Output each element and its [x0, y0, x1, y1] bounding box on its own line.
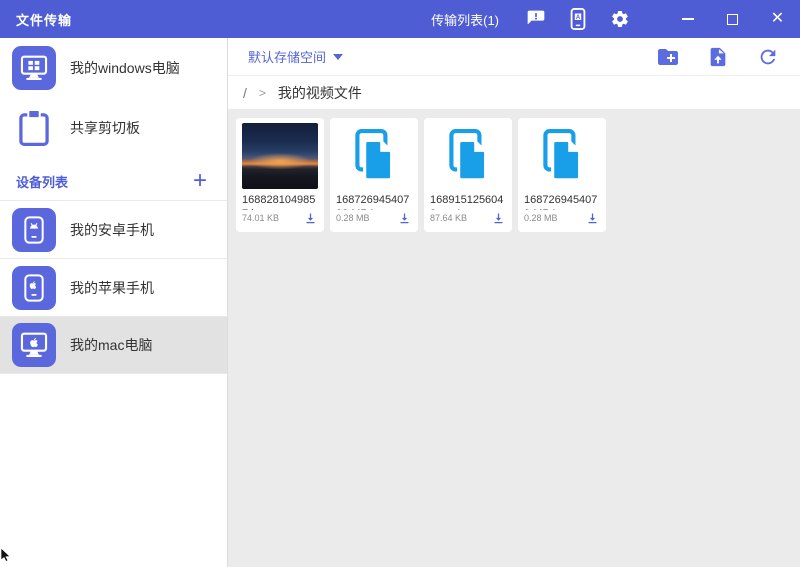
device-label: 我的苹果手机 — [70, 279, 154, 296]
file-name: 16872694540792.MP4 — [336, 194, 410, 210]
apple-phone-icon — [12, 265, 56, 310]
device-item-android-phone[interactable]: 我的安卓手机 — [0, 200, 227, 258]
download-icon[interactable] — [490, 210, 506, 226]
new-folder-icon[interactable] — [656, 45, 680, 69]
my-computer-label: 我的windows电脑 — [70, 60, 180, 76]
storage-space-dropdown[interactable]: 默认存储空间 — [248, 47, 344, 66]
file-size: 87.64 KB — [430, 213, 468, 223]
add-device-button[interactable]: + — [189, 169, 211, 193]
windows-computer-icon — [12, 46, 56, 90]
transfer-list-button[interactable]: 传输列表(1) — [431, 10, 499, 29]
breadcrumb-root[interactable]: / — [243, 85, 247, 101]
close-icon[interactable]: ✕ — [755, 0, 800, 38]
file-card-video[interactable]: 16872694540792.MP4 0.28 MB — [330, 118, 418, 232]
video-file-icon — [430, 123, 506, 189]
breadcrumb: / > 我的视频文件 — [228, 76, 800, 109]
storage-space-label: 默认存储空间 — [248, 50, 327, 65]
file-transfer-window: 文件传输 传输列表(1) A ✕ 我的windows电脑 共享剪切板 设备列表 … — [0, 0, 800, 567]
main-content: 默认存储空间 / > 我的视频文件 168828104985 74.01 KB … — [228, 38, 800, 567]
android-phone-icon — [12, 207, 56, 252]
phone-mirror-icon[interactable]: A — [567, 8, 589, 30]
storage-toolbar: 默认存储空间 — [228, 38, 800, 76]
file-grid: 1688281049857.jpg 74.01 KB — [228, 109, 800, 241]
clipboard-icon — [12, 106, 56, 150]
maximize-icon[interactable] — [710, 0, 755, 38]
file-name: 1688281049857.jpg — [242, 194, 316, 210]
file-card-video[interactable]: 1689151256048.mp4 87.64 KB — [424, 118, 512, 232]
sidebar-item-my-computer[interactable]: 我的windows电脑 — [0, 38, 227, 98]
download-icon[interactable] — [584, 210, 600, 226]
breadcrumb-current-folder: 我的视频文件 — [277, 84, 362, 101]
file-name: 1687269454079.MP4 — [524, 194, 598, 210]
device-list-title: 设备列表 — [16, 174, 69, 190]
device-label: 我的安卓手机 — [70, 221, 154, 238]
image-thumbnail — [242, 123, 318, 189]
file-card-image[interactable]: 1688281049857.jpg 74.01 KB — [236, 118, 324, 232]
refresh-icon[interactable] — [756, 45, 780, 69]
device-list-header: 设备列表 + — [0, 162, 227, 200]
file-name: 1689151256048.mp4 — [430, 194, 504, 210]
video-file-icon — [524, 123, 600, 189]
file-card-video[interactable]: 1687269454079.MP4 0.28 MB — [518, 118, 606, 232]
video-file-icon — [336, 123, 412, 189]
device-item-apple-phone[interactable]: 我的苹果手机 — [0, 258, 227, 316]
download-icon[interactable] — [396, 210, 412, 226]
file-size: 0.28 MB — [524, 213, 558, 223]
sidebar-item-shared-clipboard[interactable]: 共享剪切板 — [0, 98, 227, 158]
device-label: 我的mac电脑 — [70, 337, 153, 353]
file-size: 74.01 KB — [242, 213, 280, 223]
sidebar: 我的windows电脑 共享剪切板 设备列表 + 我的安卓手机 我的苹果手机 我… — [0, 38, 228, 567]
settings-gear-icon[interactable] — [609, 8, 631, 30]
device-item-mac-computer[interactable]: 我的mac电脑 — [0, 316, 227, 374]
app-title: 文件传输 — [16, 12, 73, 28]
titlebar: 文件传输 传输列表(1) A ✕ — [0, 0, 800, 38]
upload-file-icon[interactable] — [706, 45, 730, 69]
breadcrumb-separator-icon: > — [258, 85, 266, 100]
svg-text:A: A — [576, 15, 581, 21]
chevron-down-icon — [333, 54, 344, 65]
minimize-icon[interactable] — [665, 0, 710, 38]
download-icon[interactable] — [302, 210, 318, 226]
message-feedback-icon[interactable] — [525, 8, 547, 30]
file-size: 0.28 MB — [336, 213, 370, 223]
shared-clipboard-label: 共享剪切板 — [70, 120, 140, 136]
mouse-cursor-icon — [0, 547, 12, 567]
mac-computer-icon — [12, 323, 56, 367]
